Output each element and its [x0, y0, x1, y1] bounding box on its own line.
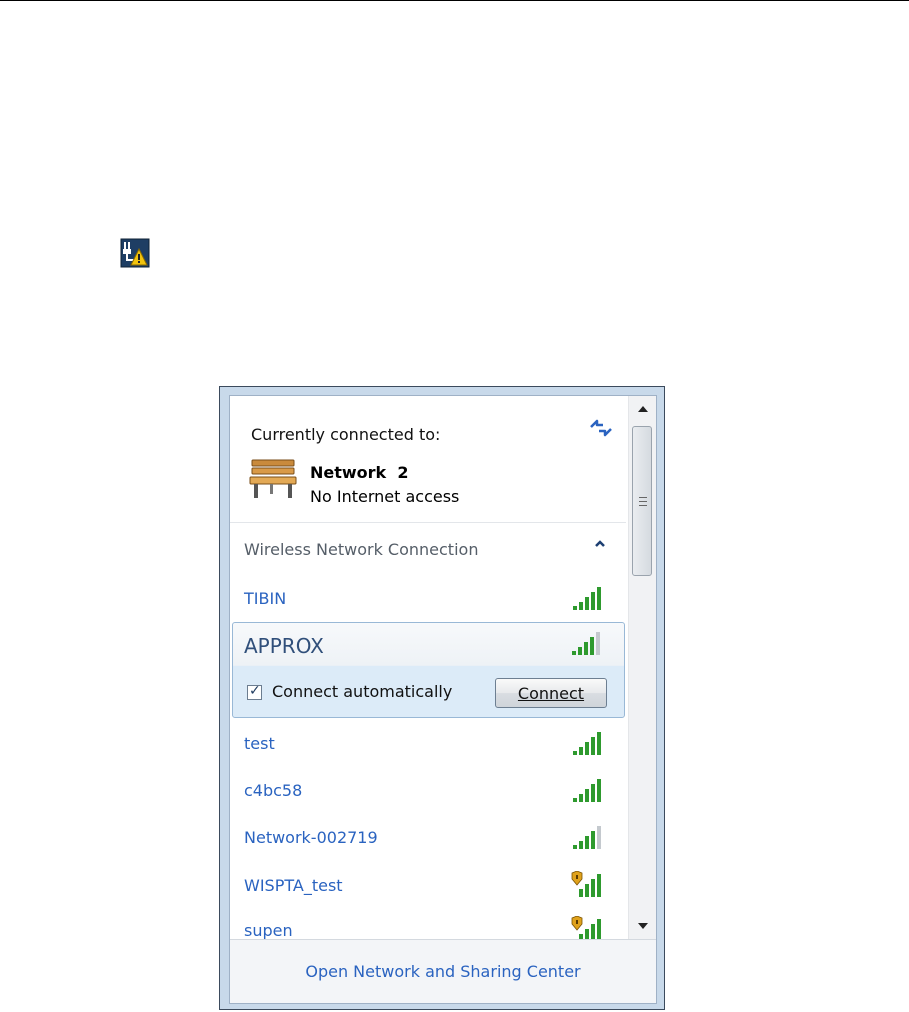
network-item-test[interactable]: test	[230, 721, 626, 767]
network-name: WISPTA_test	[244, 876, 343, 895]
network-item-network-002719[interactable]: Network-002719	[230, 815, 626, 861]
list-scrollbar[interactable]	[628, 396, 656, 939]
network-name: supen	[244, 921, 293, 940]
connect-automatically-label[interactable]: Connect automatically	[272, 682, 452, 701]
connect-automatically-checkbox[interactable]: ✓	[247, 683, 262, 700]
network-name: TIBIN	[244, 589, 287, 608]
flyout-footer: Open Network and Sharing Center	[230, 939, 656, 1003]
connect-button[interactable]: Connect	[495, 678, 607, 708]
signal-bars-icon	[571, 584, 609, 612]
network-list-area: Currently connected to: Network 2 No Int…	[230, 396, 626, 942]
network-item-c4bc58[interactable]: c4bc58	[230, 768, 626, 814]
chevron-up-icon[interactable]	[592, 536, 608, 552]
scroll-up-button[interactable]	[629, 396, 656, 422]
network-item-tibin[interactable]: TIBIN	[230, 576, 626, 622]
scroll-thumb[interactable]	[632, 426, 652, 576]
network-name: c4bc58	[244, 781, 303, 800]
scroll-down-button[interactable]	[629, 913, 656, 939]
page-top-rule	[0, 0, 909, 1]
network-name: Network-002719	[244, 828, 378, 847]
network-name: test	[244, 734, 275, 753]
network-warning-icon[interactable]	[120, 238, 150, 268]
wireless-section-title: Wireless Network Connection	[244, 540, 479, 559]
current-network-status: No Internet access	[310, 487, 460, 506]
arrow-up-icon	[638, 406, 648, 412]
flyout-panel: Currently connected to: Network 2 No Int…	[229, 395, 657, 1004]
network-item-approx[interactable]: APPROX ✓ Connect automatically Connect	[232, 622, 625, 718]
open-network-sharing-center-link[interactable]: Open Network and Sharing Center	[230, 962, 656, 981]
divider	[230, 522, 626, 523]
signal-bars-icon	[571, 729, 609, 757]
network-item-wispta-test[interactable]: WISPTA_test	[230, 863, 626, 909]
signal-bars-icon	[571, 776, 609, 804]
connect-button-label: Connect	[517, 683, 585, 703]
refresh-icon[interactable]	[588, 416, 614, 440]
signal-bars-icon	[571, 870, 609, 899]
signal-bars-icon	[570, 629, 608, 657]
signal-bars-icon	[571, 823, 609, 851]
arrow-down-icon	[638, 923, 648, 929]
network-name: APPROX	[244, 634, 324, 658]
current-network-name: Network 2	[310, 463, 409, 482]
currently-connected-label: Currently connected to:	[251, 425, 441, 444]
grip-icon	[639, 497, 647, 506]
bench-icon	[248, 456, 298, 500]
network-flyout: Currently connected to: Network 2 No Int…	[219, 386, 665, 1010]
